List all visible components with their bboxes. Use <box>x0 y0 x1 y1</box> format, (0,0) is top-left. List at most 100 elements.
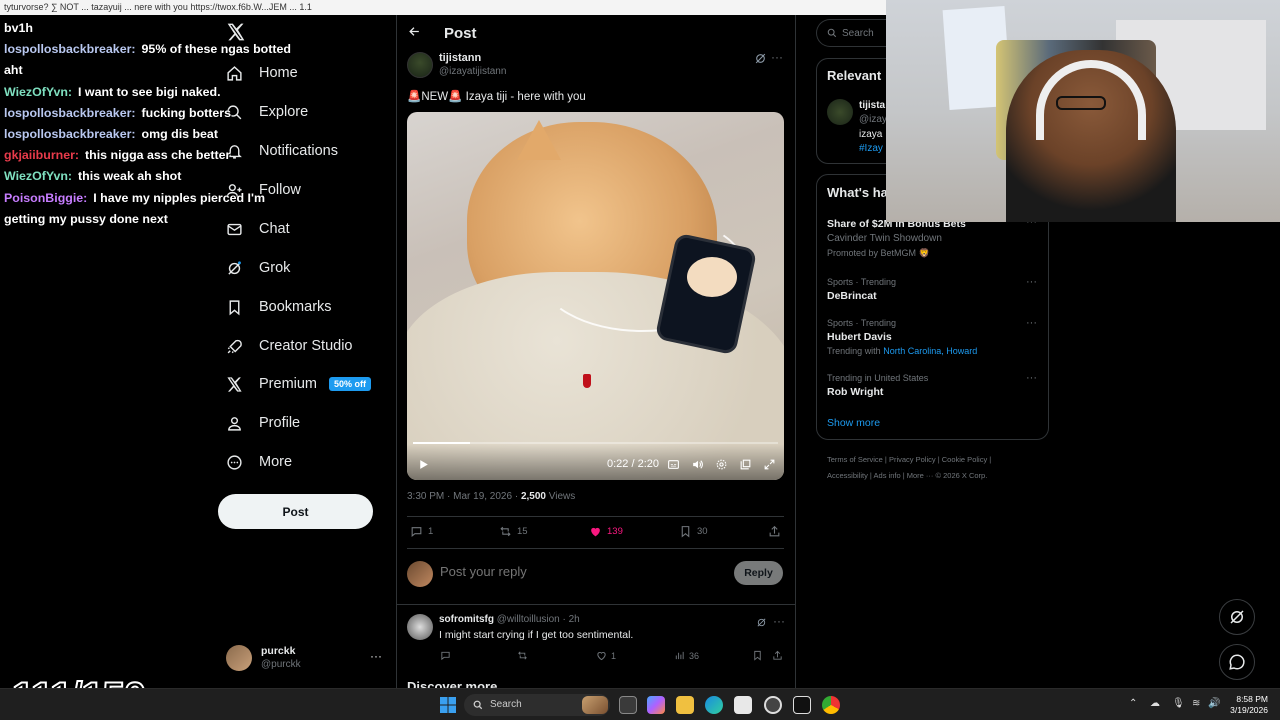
nav-grok[interactable]: Grok <box>226 257 290 279</box>
share-icon <box>773 650 782 660</box>
video-scrubber[interactable] <box>413 442 778 444</box>
chat-message: gkjaiiburner: this nigga ass che better <box>4 145 304 166</box>
footer-links-row2[interactable]: Accessibility | Ads info | More ··· © 20… <box>827 471 987 480</box>
windows-start-icon[interactable] <box>440 697 456 713</box>
taskbar-widget-icon[interactable] <box>582 696 608 714</box>
grok-icon <box>1230 610 1244 624</box>
nav-bookmarks[interactable]: Bookmarks <box>226 296 332 318</box>
trend-title[interactable]: DeBrincat <box>827 290 877 302</box>
like-action[interactable]: 139 <box>589 525 623 538</box>
person-icon <box>226 415 243 432</box>
repost-action[interactable]: 15 <box>499 525 528 538</box>
bookmark-count: 30 <box>697 526 708 537</box>
wifi-icon[interactable]: ≋ <box>1192 698 1200 709</box>
app-icon[interactable] <box>764 696 782 714</box>
post-more-icon[interactable]: ··· <box>771 50 783 64</box>
chat-user: WiezOfYvn: <box>4 169 73 184</box>
show-more-link[interactable]: Show more <box>827 417 880 429</box>
nav-creator-studio[interactable]: Creator Studio <box>226 335 353 357</box>
chat-bubble-icon <box>1229 654 1245 670</box>
grok-explain-icon[interactable] <box>756 615 769 628</box>
relevant-hashtag[interactable]: #Izay <box>859 143 883 154</box>
nav-more[interactable]: More <box>226 451 292 473</box>
reply-comment-action[interactable] <box>440 650 451 661</box>
author-name[interactable]: tijistann <box>439 52 481 64</box>
reply-action[interactable]: 1 <box>410 525 433 538</box>
volume-icon[interactable] <box>691 458 704 474</box>
reply-input[interactable] <box>440 564 720 579</box>
account-name: purckk <box>261 645 296 657</box>
trend-more-icon[interactable]: ··· <box>1026 276 1037 288</box>
file-explorer-icon[interactable] <box>676 696 694 714</box>
reply-repost-action[interactable] <box>517 650 528 661</box>
reply-author-avatar[interactable] <box>407 614 433 640</box>
chat-text: fucking botters <box>141 105 232 120</box>
share-action[interactable] <box>768 525 781 538</box>
fullscreen-icon[interactable] <box>763 458 776 474</box>
post-button[interactable]: Post <box>218 494 373 529</box>
task-view-icon[interactable] <box>619 696 637 714</box>
trend-more-icon[interactable]: ··· <box>1026 317 1037 329</box>
trend-more-icon[interactable]: ··· <box>1026 372 1037 384</box>
search-input[interactable]: Search <box>816 19 886 47</box>
account-switcher[interactable]: purckk @purckk ··· <box>226 643 386 673</box>
trend-category: Sports · Trending <box>827 277 897 287</box>
relevant-avatar[interactable] <box>827 99 853 125</box>
store-icon[interactable] <box>734 696 752 714</box>
nav-profile-label: Profile <box>259 415 301 431</box>
reply-like-action[interactable]: 1 <box>596 650 616 661</box>
play-icon[interactable] <box>417 458 430 474</box>
chrome-icon[interactable] <box>822 696 840 714</box>
chevron-up-icon[interactable]: ⌃ <box>1129 698 1137 709</box>
more-dots-icon[interactable]: ··· <box>370 649 382 663</box>
reply-author-name: sofromitsfg <box>439 614 494 625</box>
chat-text: bv1h <box>4 21 33 35</box>
footer-links-row1[interactable]: Terms of Service | Privacy Policy | Cook… <box>827 455 991 464</box>
app-icon[interactable] <box>793 696 811 714</box>
volume-icon[interactable]: 🔊 <box>1208 698 1220 709</box>
pip-icon[interactable] <box>739 458 752 474</box>
copilot-icon[interactable] <box>647 696 665 714</box>
search-icon <box>827 28 837 38</box>
captions-icon[interactable] <box>667 458 680 474</box>
author-handle[interactable]: @izayatijistann <box>439 66 506 77</box>
reply-text: I might start crying if I get too sentim… <box>439 629 634 641</box>
taskbar-search-label: Search <box>490 699 522 710</box>
relevant-name[interactable]: tijista <box>859 100 885 111</box>
chat-message: WiezOfYvn: this weak ah shot <box>4 166 304 187</box>
reply-button[interactable]: Reply <box>734 561 783 585</box>
author-avatar[interactable] <box>407 52 433 78</box>
chat-message: lospollosbackbreaker: omg dis beat <box>4 124 304 145</box>
trend-promoted-sub: Cavinder Twin Showdown <box>827 233 942 244</box>
settings-gear-icon[interactable] <box>715 458 728 474</box>
trend-context-link[interactable]: North Carolina, Howard <box>883 346 977 356</box>
repost-icon <box>518 651 527 660</box>
video-time: 0:22 / 2:20 <box>607 458 659 470</box>
microphone-icon[interactable]: 🎙 <box>1172 698 1185 709</box>
reply-author[interactable]: sofromitsfg @willtoillusion · 2h <box>439 614 580 625</box>
trend-title[interactable]: Hubert Davis <box>827 331 892 343</box>
back-arrow-icon[interactable] <box>408 25 421 41</box>
edge-icon[interactable] <box>705 696 723 714</box>
grok-floating-button[interactable] <box>1219 599 1255 635</box>
bookmark-icon <box>754 650 761 661</box>
grok-explain-icon[interactable] <box>754 52 767 65</box>
reply-bookmark-action[interactable] <box>752 650 763 661</box>
reply-views-action[interactable]: 36 <box>674 650 699 661</box>
bookmark-action[interactable]: 30 <box>679 525 708 538</box>
nav-premium[interactable]: Premium 50% off <box>226 373 372 395</box>
reply-view-count: 36 <box>689 650 700 661</box>
taskbar-clock[interactable]: 8:58 PM 3/19/2026 <box>1228 694 1268 716</box>
browser-tab-strip: tyturvorse? ∑ NOT ... tazayuij ... nere … <box>0 0 886 15</box>
chat-user: PoisonBiggie: <box>4 190 88 205</box>
video-player[interactable]: 0:22 / 2:20 <box>407 112 784 480</box>
rocket-icon <box>226 338 243 355</box>
trend-title[interactable]: Rob Wright <box>827 386 883 398</box>
divider <box>397 604 795 605</box>
stream-chat-overlay: bv1h lospollosbackbreaker: 95% of these n… <box>4 18 304 230</box>
reply-share-action[interactable] <box>772 650 783 661</box>
messages-floating-button[interactable] <box>1219 644 1255 680</box>
nav-profile[interactable]: Profile <box>226 412 300 434</box>
reply-more-icon[interactable]: ··· <box>773 614 785 628</box>
onedrive-icon[interactable]: ☁ <box>1150 698 1160 709</box>
